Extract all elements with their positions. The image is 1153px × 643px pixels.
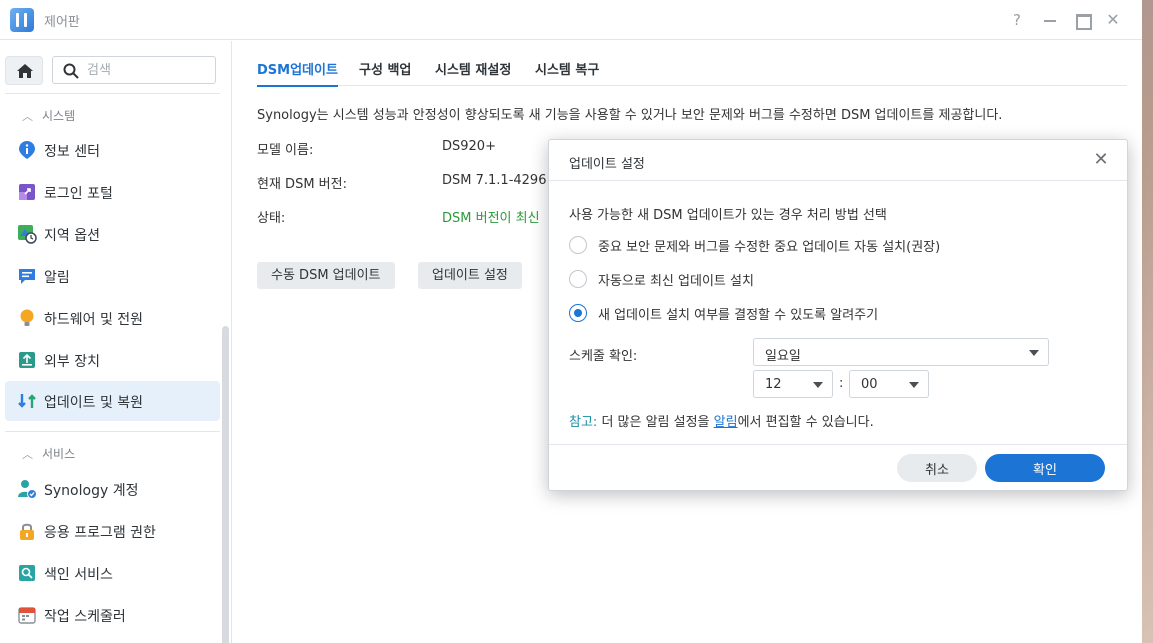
lock-icon: [20, 523, 34, 540]
sidebar-divider: [5, 93, 220, 94]
control-panel-app-icon: [10, 8, 34, 32]
dialog-title: 업데이트 설정: [569, 157, 645, 172]
dialog-footer-divider: [549, 444, 1127, 445]
sidebar-scrollbar[interactable]: [222, 326, 229, 643]
minute-select[interactable]: 00: [849, 370, 929, 398]
window-close-button[interactable]: ✕: [1101, 8, 1125, 32]
sidebar-item-indexing-service[interactable]: 색인 서비스: [5, 553, 220, 593]
home-icon: [17, 64, 33, 78]
external-device-icon: [19, 352, 35, 368]
search-box[interactable]: [52, 56, 216, 84]
sidebar-item-update-restore[interactable]: 업데이트 및 복원: [5, 381, 220, 421]
chevron-up-icon: ︿: [22, 110, 33, 123]
sidebar-item-login-portal[interactable]: 로그인 포털: [5, 172, 220, 212]
dropdown-caret-icon: [909, 382, 919, 388]
dialog-note: 참고: 더 많은 알림 설정을 알림에서 편집할 수 있습니다.: [569, 411, 874, 430]
version-label: 현재 DSM 버전:: [257, 177, 347, 192]
dropdown-caret-icon: [1029, 350, 1039, 356]
tab-bar: DSM업데이트 구성 백업 시스템 재설정 시스템 복구: [257, 59, 1127, 87]
time-separator: :: [839, 376, 844, 391]
notification-link[interactable]: 알림: [714, 415, 738, 430]
cancel-button[interactable]: 취소: [897, 454, 977, 482]
sidebar-item-task-scheduler[interactable]: 작업 스케줄러: [5, 595, 220, 635]
dialog-prompt: 사용 가능한 새 DSM 업데이트가 있는 경우 처리 방법 선택: [569, 208, 887, 223]
update-settings-dialog: 업데이트 설정 ✕ 사용 가능한 새 DSM 업데이트가 있는 경우 처리 방법…: [548, 139, 1128, 491]
radio-label: 자동으로 최신 업데이트 설치: [598, 274, 754, 289]
tab-system-recovery[interactable]: 시스템 복구: [535, 59, 599, 86]
info-icon: [19, 141, 35, 159]
sidebar-item-label: 외부 장치: [44, 354, 100, 370]
sidebar-item-hardware-power[interactable]: 하드웨어 및 전원: [5, 298, 220, 338]
sidebar-item-external-device[interactable]: 외부 장치: [5, 340, 220, 380]
search-icon: [63, 63, 79, 79]
schedule-label: 스케줄 확인:: [569, 349, 638, 364]
day-select-value: 일요일: [765, 349, 801, 364]
sidebar-item-notification[interactable]: 알림: [5, 256, 220, 296]
note-text: 더 많은 알림 설정을: [597, 415, 714, 430]
radio-label: 새 업데이트 설치 여부를 결정할 수 있도록 알려주기: [598, 308, 879, 323]
note-text-end: 에서 편집할 수 있습니다.: [737, 415, 874, 430]
hour-select[interactable]: 12: [753, 370, 833, 398]
help-button[interactable]: ?: [1005, 8, 1029, 32]
home-button[interactable]: [5, 56, 43, 85]
section-label-system: 시스템: [42, 109, 76, 123]
indexing-service-icon: [19, 565, 35, 581]
sidebar-item-label: 업데이트 및 복원: [44, 395, 144, 411]
ok-button[interactable]: 확인: [985, 454, 1105, 482]
hardware-power-icon: [20, 309, 34, 326]
model-value: DS920+: [442, 139, 496, 154]
update-restore-icon: [18, 394, 36, 408]
tab-system-reset[interactable]: 시스템 재설정: [435, 59, 511, 86]
calendar-icon: [18, 607, 36, 624]
update-description: Synology는 시스템 성능과 안정성이 향상되도록 새 기능을 사용할 수…: [257, 108, 1003, 123]
dropdown-caret-icon: [813, 382, 823, 388]
notification-icon: [19, 269, 35, 284]
manual-dsm-update-button[interactable]: 수동 DSM 업데이트: [257, 262, 395, 289]
maximize-button[interactable]: [1070, 8, 1094, 32]
sidebar: ︿ 시스템 정보 센터 로그인 포털 지역 옵션: [0, 41, 232, 643]
tab-config-backup[interactable]: 구성 백업: [359, 59, 411, 86]
radio-button[interactable]: [569, 236, 587, 254]
sidebar-item-app-privileges[interactable]: 응용 프로그램 권한: [5, 511, 220, 551]
dialog-divider: [549, 180, 1127, 181]
sidebar-item-label: 지역 옵션: [44, 228, 100, 244]
sidebar-item-info-center[interactable]: 정보 센터: [5, 130, 220, 170]
minimize-button[interactable]: [1038, 8, 1062, 32]
sidebar-item-label: 알림: [44, 270, 70, 286]
section-header-services[interactable]: ︿ 서비스: [22, 445, 75, 462]
synology-account-icon: [18, 480, 37, 499]
status-value: DSM 버전이 최신: [442, 211, 540, 226]
version-value: DSM 7.1.1-4296: [442, 173, 547, 188]
title-bar: 제어판 ? ✕: [0, 0, 1142, 40]
radio-button-selected[interactable]: [569, 304, 587, 322]
sidebar-item-label: 하드웨어 및 전원: [44, 312, 144, 328]
sidebar-item-label: 작업 스케줄러: [44, 609, 126, 625]
sidebar-item-label: 로그인 포털: [44, 186, 113, 202]
section-label-services: 서비스: [42, 447, 76, 461]
sidebar-item-label: 응용 프로그램 권한: [44, 525, 156, 541]
dialog-close-button[interactable]: ✕: [1089, 148, 1113, 172]
day-select[interactable]: 일요일: [753, 338, 1049, 366]
sidebar-item-label: 정보 센터: [44, 144, 100, 160]
search-input[interactable]: [85, 60, 205, 80]
login-portal-icon: [19, 184, 35, 200]
tab-dsm-update[interactable]: DSM업데이트: [257, 59, 338, 87]
sidebar-item-label: Synology 계정: [44, 483, 139, 499]
radio-button[interactable]: [569, 270, 587, 288]
hour-select-value: 12: [765, 377, 782, 392]
radio-label: 중요 보안 문제와 버그를 수정한 중요 업데이트 자동 설치(권장): [598, 240, 941, 255]
model-label: 모델 이름:: [257, 143, 314, 158]
sidebar-item-label: 색인 서비스: [44, 567, 113, 583]
update-settings-button[interactable]: 업데이트 설정: [418, 262, 522, 289]
chevron-up-icon: ︿: [22, 448, 33, 461]
note-prefix: 참고:: [569, 415, 598, 430]
status-label: 상태:: [257, 211, 286, 226]
minute-select-value: 00: [861, 377, 878, 392]
sidebar-item-regional-options[interactable]: 지역 옵션: [5, 214, 220, 254]
sidebar-divider: [5, 431, 220, 432]
window-title: 제어판: [44, 15, 80, 30]
regional-options-icon: [18, 225, 37, 244]
section-header-system[interactable]: ︿ 시스템: [22, 107, 75, 124]
sidebar-item-synology-account[interactable]: Synology 계정: [5, 469, 220, 509]
